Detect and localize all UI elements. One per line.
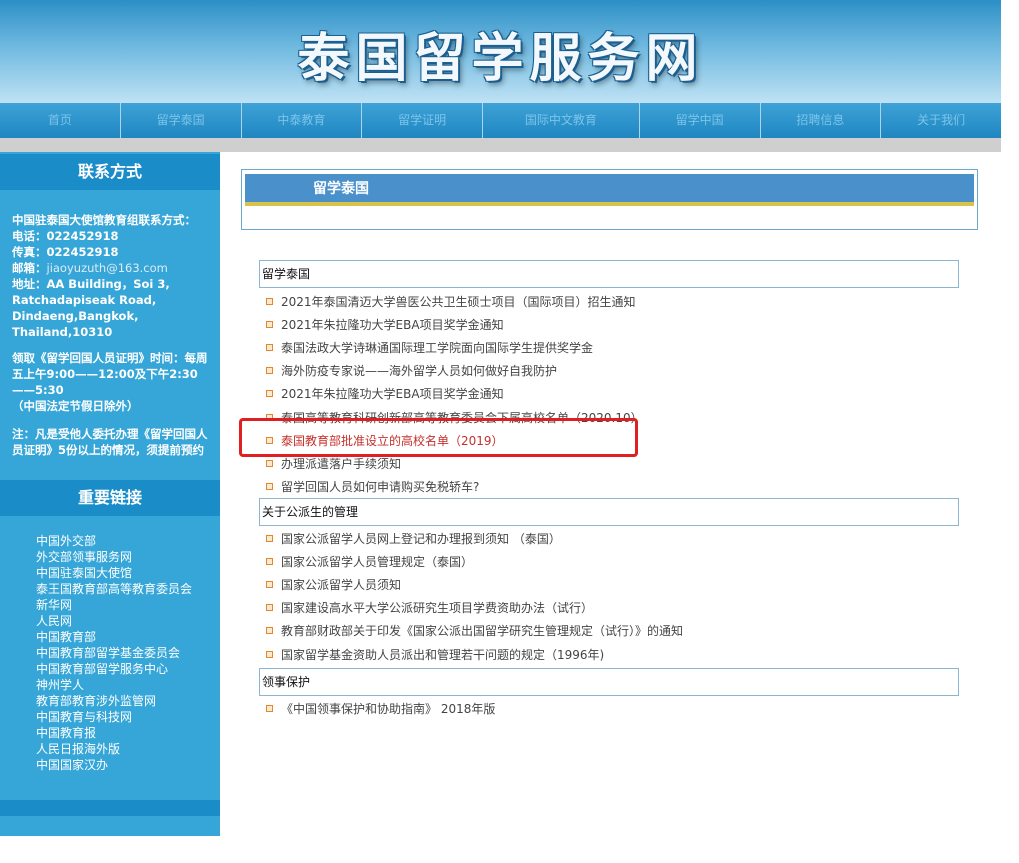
article-title[interactable]: 办理派遣落户手续须知 xyxy=(281,455,401,472)
article-title[interactable]: 2021年泰国清迈大学兽医公共卫生硕士项目（国际项目）招生通知 xyxy=(281,293,636,310)
link-edu-cn[interactable]: 中国教育与科技网 xyxy=(36,709,192,725)
link-embassy[interactable]: 中国驻泰国大使馆 xyxy=(36,565,192,581)
nav-international-chinese[interactable]: 国际中文教育 xyxy=(482,103,639,138)
link-xinhua[interactable]: 新华网 xyxy=(36,597,192,613)
entrust-note: 注：凡是受他人委托办理《留学回国人员证明》5份以上的情况，须提前预约 xyxy=(12,427,208,457)
bullet-icon xyxy=(266,650,273,658)
article-list-government-students: 国家公派留学人员网上登记和办理报到须知 （泰国） 国家公派留学人员管理规定（泰国… xyxy=(266,527,683,666)
link-ohec[interactable]: 泰王国教育部高等教育委员会 xyxy=(36,581,192,597)
article-link[interactable]: 国家公派留学人员网上登记和办理报到须知 （泰国） xyxy=(266,527,683,550)
bullet-icon xyxy=(266,627,273,635)
article-title[interactable]: 国家公派留学人员管理规定（泰国） xyxy=(281,553,473,570)
article-list-study-thailand: 2021年泰国清迈大学兽医公共卫生硕士项目（国际项目）招生通知 2021年朱拉隆… xyxy=(266,290,643,498)
article-title[interactable]: 2021年朱拉隆功大学EBA项目奖学金通知 xyxy=(281,316,504,333)
contact-heading: 联系方式 xyxy=(0,154,220,190)
article-title[interactable]: 教育部财政部关于印发《国家公派出国留学研究生管理规定（试行）》的通知 xyxy=(281,622,683,639)
site-banner: 泰国留学服务网 xyxy=(0,0,1001,103)
link-jyb[interactable]: 中国教育报 xyxy=(36,725,192,741)
nav-study-certificate[interactable]: 留学证明 xyxy=(361,103,482,138)
article-link[interactable]: 留学回国人员如何申请购买免税轿车? xyxy=(266,475,643,498)
article-title[interactable]: 国家建设高水平大学公派研究生项目学费资助办法（试行） xyxy=(281,599,593,616)
article-title[interactable]: 泰国法政大学诗琳通国际理工学院面向国际学生提供奖学金 xyxy=(281,339,593,356)
bullet-icon xyxy=(266,482,273,490)
contact-phone: 电话：022452918 xyxy=(12,229,119,243)
article-link[interactable]: 2021年朱拉隆功大学EBA项目奖学金通知 xyxy=(266,313,643,336)
contact-email-label: 邮箱： xyxy=(12,261,47,275)
sidebar-footer-bar xyxy=(0,800,220,816)
bullet-icon xyxy=(266,459,273,467)
article-link[interactable]: 国家公派留学人员管理规定（泰国） xyxy=(266,550,683,573)
link-jsj[interactable]: 教育部教育涉外监管网 xyxy=(36,693,192,709)
article-link[interactable]: 国家公派留学人员须知 xyxy=(266,573,683,596)
link-chisa[interactable]: 神州学人 xyxy=(36,677,192,693)
bullet-icon xyxy=(266,705,273,713)
nav-about[interactable]: 关于我们 xyxy=(880,103,1001,138)
article-title[interactable]: 《中国领事保护和协助指南》 2018年版 xyxy=(281,700,495,717)
bullet-icon xyxy=(266,535,273,543)
article-link[interactable]: 泰国法政大学诗琳通国际理工学院面向国际学生提供奖学金 xyxy=(266,336,643,359)
bullet-icon xyxy=(266,604,273,612)
section-title-bar: 留学泰国 xyxy=(245,174,974,206)
nav-study-thailand[interactable]: 留学泰国 xyxy=(119,103,241,138)
link-cscse[interactable]: 中国教育部留学服务中心 xyxy=(36,661,192,677)
article-link[interactable]: 教育部财政部关于印发《国家公派出国留学研究生管理规定（试行）》的通知 xyxy=(266,619,683,642)
site-title: 泰国留学服务网 xyxy=(297,29,704,89)
contact-fax: 传真：022452918 xyxy=(12,245,119,259)
bullet-icon xyxy=(266,581,273,589)
category-header-consular-protection: 领事保护 xyxy=(259,668,959,696)
contact-address: 地址：AA Building，Soi 3, Ratchadapiseak Roa… xyxy=(12,277,170,339)
bullet-icon xyxy=(266,558,273,566)
category-header-government-students: 关于公派生的管理 xyxy=(259,498,959,526)
link-mfa[interactable]: 中国外交部 xyxy=(36,533,192,549)
category-header-study-thailand: 留学泰国 xyxy=(259,260,959,288)
article-title[interactable]: 留学回国人员如何申请购买免税轿车? xyxy=(281,478,479,495)
link-csc[interactable]: 中国教育部留学基金委员会 xyxy=(36,645,192,661)
holiday-note: （中国法定节假日除外） xyxy=(12,399,139,413)
section-title: 留学泰国 xyxy=(313,181,369,197)
article-link[interactable]: 2021年泰国清迈大学兽医公共卫生硕士项目（国际项目）招生通知 xyxy=(266,290,643,313)
link-moe[interactable]: 中国教育部 xyxy=(36,629,192,645)
link-people[interactable]: 人民网 xyxy=(36,613,192,629)
article-title[interactable]: 国家公派留学人员网上登记和办理报到须知 （泰国） xyxy=(281,530,561,547)
link-hanban[interactable]: 中国国家汉办 xyxy=(36,757,192,773)
nav-study-china[interactable]: 留学中国 xyxy=(638,103,760,138)
bullet-icon xyxy=(266,298,273,306)
nav-home[interactable]: 首页 xyxy=(0,103,120,138)
article-list-consular-protection: 《中国领事保护和协助指南》 2018年版 xyxy=(266,697,495,720)
article-link[interactable]: 国家留学基金资助人员派出和管理若干问题的规定（1996年) xyxy=(266,642,683,665)
article-title[interactable]: 海外防疫专家说——海外留学人员如何做好自我防护 xyxy=(281,362,557,379)
article-title[interactable]: 2021年朱拉隆功大学EBA项目奖学金通知 xyxy=(281,385,504,402)
bullet-icon xyxy=(266,344,273,352)
article-link[interactable]: 《中国领事保护和协助指南》 2018年版 xyxy=(266,697,495,720)
link-consular-service[interactable]: 外交部领事服务网 xyxy=(36,549,192,565)
article-link[interactable]: 国家建设高水平大学公派研究生项目学费资助办法（试行） xyxy=(266,596,683,619)
important-links: 中国外交部 外交部领事服务网 中国驻泰国大使馆 泰王国教育部高等教育委员会 新华… xyxy=(36,533,192,773)
contact-intro: 中国驻泰国大使馆教育组联系方式： xyxy=(12,213,196,227)
nav-sino-thai-education[interactable]: 中泰教育 xyxy=(240,103,362,138)
article-link[interactable]: 海外防疫专家说——海外留学人员如何做好自我防护 xyxy=(266,359,643,382)
contact-info: 中国驻泰国大使馆教育组联系方式： 电话：022452918 传真：0224529… xyxy=(12,212,218,468)
highlight-box xyxy=(239,418,638,457)
bullet-icon xyxy=(266,390,273,398)
article-link[interactable]: 2021年朱拉隆功大学EBA项目奖学金通知 xyxy=(266,382,643,405)
nav-divider-bar xyxy=(0,138,1001,152)
certificate-hours: 领取《留学回国人员证明》时间：每周五上午9:00——12:00及下午2:30——… xyxy=(12,351,208,397)
article-title[interactable]: 国家公派留学人员须知 xyxy=(281,576,401,593)
nav-jobs[interactable]: 招聘信息 xyxy=(759,103,881,138)
sidebar: 联系方式 中国驻泰国大使馆教育组联系方式： 电话：022452918 传真：02… xyxy=(0,152,220,836)
contact-email[interactable]: jiaoyuzuth@163.com xyxy=(47,261,168,275)
article-title[interactable]: 国家留学基金资助人员派出和管理若干问题的规定（1996年) xyxy=(281,646,604,663)
main-nav: 首页 留学泰国 中泰教育 留学证明 国际中文教育 留学中国 招聘信息 关于我们 xyxy=(0,103,1001,138)
bullet-icon xyxy=(266,321,273,329)
bullet-icon xyxy=(266,367,273,375)
link-people-overseas[interactable]: 人民日报海外版 xyxy=(36,741,192,757)
links-heading: 重要链接 xyxy=(0,480,220,516)
section-header: 留学泰国 xyxy=(241,169,978,230)
